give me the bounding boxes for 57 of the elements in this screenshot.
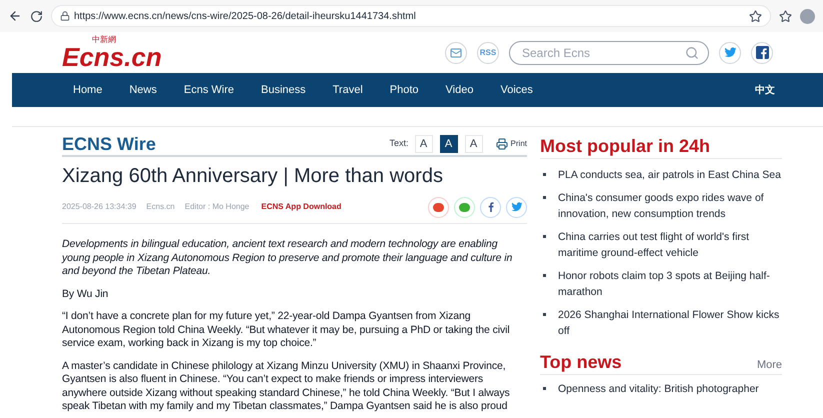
publish-date: 2025-08-26 13:34:39 <box>62 201 136 213</box>
section-title[interactable]: ECNS Wire <box>62 130 156 158</box>
body-paragraph: By Wu Jin <box>62 288 110 301</box>
favorites-icon[interactable] <box>779 10 792 22</box>
bullet-icon <box>543 173 546 176</box>
top-news-link[interactable]: Openness and vitality: British photographer <box>558 381 759 397</box>
top-news-heading: Top news <box>540 351 622 373</box>
most-popular-heading: Most popular in 24h <box>540 135 782 159</box>
article-title: Xizang 60th Anniversary | More than words <box>62 164 444 189</box>
address-bar[interactable]: https://www.ecns.cn/news/cns-wire/2025-08-26/detail-iheursku1441734.shtml <box>51 5 771 27</box>
language-link[interactable]: 中文 <box>755 82 775 98</box>
back-icon[interactable] <box>8 9 22 23</box>
nav-link[interactable]: Video <box>446 82 474 98</box>
popular-story-link[interactable]: China carries out test flight of world's first maritime ground-effect vehicle <box>558 229 782 261</box>
star-icon[interactable] <box>749 10 762 22</box>
search-icon[interactable] <box>685 46 699 60</box>
popular-story-link[interactable]: Honor robots claim top 3 spots at Beijing half-marathon <box>558 268 782 300</box>
popular-story-link[interactable]: China's consumer goods expo rides wave of innovation, new consumption trends <box>558 190 782 222</box>
popular-story-link[interactable]: 2026 Shanghai International Flower Show kicks off <box>558 307 782 339</box>
reload-icon[interactable] <box>30 10 43 22</box>
mail-button[interactable] <box>445 42 467 64</box>
nav-link[interactable]: News <box>129 82 157 98</box>
lock-icon <box>60 11 70 21</box>
text-size-button[interactable]: A <box>440 135 458 153</box>
printer-icon[interactable] <box>496 138 508 150</box>
url-text: https://www.ecns.cn/news/cns-wire/2025-08-26/detail-iheursku1441734.shtml <box>74 10 417 24</box>
editor-text: Editor : Mo Honge <box>184 201 250 213</box>
nav-link[interactable]: Photo <box>390 82 419 98</box>
nav-link[interactable]: Voices <box>500 82 533 98</box>
bullet-icon <box>543 196 546 199</box>
mail-icon <box>450 46 462 58</box>
bullet-icon <box>543 313 546 316</box>
more-link[interactable]: More <box>756 356 782 373</box>
text-size-label: Text: <box>390 137 409 150</box>
source-text: Ecns.cn <box>146 201 175 213</box>
facebook-icon[interactable] <box>751 42 773 64</box>
bullet-icon <box>543 274 546 277</box>
nav-link[interactable]: Home <box>73 82 102 98</box>
site-logo[interactable]: Ecns.cn <box>62 44 162 70</box>
nav-link[interactable]: Business <box>260 82 306 98</box>
bullet-icon <box>543 387 546 390</box>
app-download-link[interactable]: ECNS App Download <box>261 201 342 213</box>
lead-paragraph: Developments in bilingual education, ancient text research and modern technology are enabling young people in Xizang Autonomous Region to preserve and promote their language and culture in and beyond the Tibetan Plateau. <box>62 238 514 278</box>
twitter-icon[interactable] <box>719 42 741 64</box>
nav-link[interactable]: Ecns Wire <box>184 82 234 98</box>
logo-small-text: 中新網 <box>92 36 117 44</box>
facebook-share-icon[interactable] <box>480 196 501 218</box>
body-paragraph: “I don’t have a concrete plan for my future yet,” 22-year-old Dampa Gyantsen from Xizang Autonomous Region told China Weekly. “But whatever it may be, pursuing a PhD or taking the civil service exam, working back in Xizang is my top choice.” <box>62 310 511 350</box>
text-size-button[interactable]: A <box>414 135 433 153</box>
nav-link[interactable]: Travel <box>332 82 363 98</box>
search-field[interactable]: Search Ecns <box>509 40 709 64</box>
popular-story-link[interactable]: PLA conducts sea, air patrols in East China Sea <box>558 167 781 183</box>
bullet-icon <box>543 235 546 238</box>
print-link[interactable]: Print <box>510 138 527 150</box>
twitter-share-icon[interactable] <box>506 196 527 218</box>
text-size-button[interactable]: A <box>464 135 483 153</box>
body-paragraph: A master’s candidate in Chinese philology at Xizang Minzu University (XMU) in Shaanxi Province, Gyantsen is also fluent in Chinese. “You can’t expect to make friends or impress interviewers anywhere outside Xizang without speaking standard Chinese,” he told China Weekly. “But I always speak Tibetan with my family and my Tibetan classmates,” Dampa Gyantsen said he is also proud <box>62 360 511 414</box>
